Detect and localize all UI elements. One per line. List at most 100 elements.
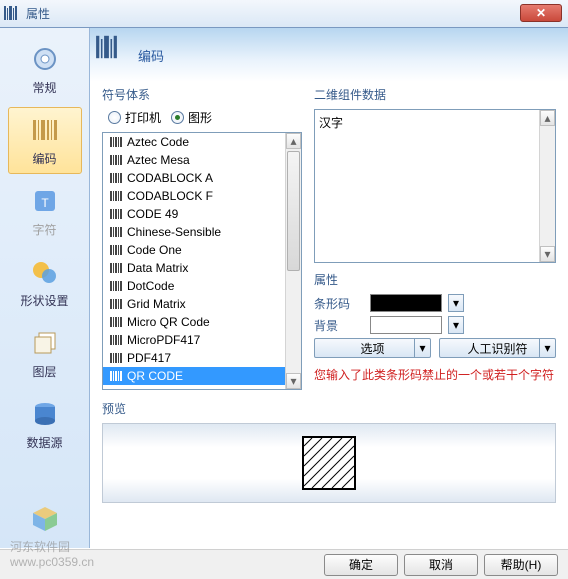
sidebar-item-label: 常规 bbox=[32, 79, 56, 96]
barcode-item-icon bbox=[109, 225, 123, 239]
barcode-item-icon bbox=[109, 279, 123, 293]
ok-button[interactable]: 确定 bbox=[324, 554, 398, 576]
symbol-group-label: 符号体系 bbox=[102, 86, 302, 103]
human-readable-label: 人工识别符 bbox=[467, 340, 527, 357]
scroll-thumb[interactable] bbox=[287, 151, 300, 271]
list-item[interactable]: Data Matrix bbox=[103, 259, 301, 277]
sidebar-item-layer[interactable]: 图层 bbox=[8, 320, 82, 387]
sidebar-item-label: 形状设置 bbox=[20, 292, 68, 309]
svg-text:T: T bbox=[41, 196, 49, 210]
radio-printer[interactable]: 打印机 bbox=[108, 109, 161, 126]
scroll-down-icon[interactable]: ▾ bbox=[286, 373, 301, 389]
barcode-item-icon bbox=[109, 171, 123, 185]
list-item-label: Data Matrix bbox=[127, 261, 188, 275]
list-item[interactable]: Aztec Mesa bbox=[103, 151, 301, 169]
scroll-down-icon[interactable]: ▾ bbox=[540, 246, 555, 262]
sidebar-item-general[interactable]: 常规 bbox=[8, 36, 82, 103]
list-item[interactable]: MicroPDF417 bbox=[103, 331, 301, 349]
list-item[interactable]: TLC 39 bbox=[103, 385, 301, 389]
shape-icon bbox=[29, 256, 61, 288]
text-icon: T bbox=[29, 185, 61, 217]
barcode-item-icon bbox=[109, 189, 123, 203]
barcode-color-label: 条形码 bbox=[314, 295, 364, 312]
list-item-label: MicroPDF417 bbox=[127, 333, 200, 347]
background-color-label: 背景 bbox=[314, 317, 364, 334]
radio-graphic[interactable]: 图形 bbox=[171, 109, 212, 126]
symbol-mode-radio-group: 打印机 图形 bbox=[108, 109, 302, 126]
error-message: 您输入了此类条形码禁止的一个或若干个字符 bbox=[314, 366, 556, 383]
barcode-item-icon bbox=[109, 297, 123, 311]
barcode-item-icon bbox=[109, 153, 123, 167]
sidebar-item-datasource[interactable]: 数据源 bbox=[8, 391, 82, 458]
data-text: 汉字 bbox=[319, 116, 343, 130]
scroll-up-icon[interactable]: ▴ bbox=[286, 133, 301, 149]
list-item[interactable]: Chinese-Sensible bbox=[103, 223, 301, 241]
list-item[interactable]: Code One bbox=[103, 241, 301, 259]
barcode-color-swatch[interactable] bbox=[370, 294, 442, 312]
chevron-down-icon: ▾ bbox=[414, 339, 430, 357]
symbol-listbox[interactable]: Aztec Code Aztec Mesa CODABLOCK A CODABLOCK… bbox=[102, 132, 302, 390]
data-textarea[interactable]: 汉字 ▴ ▾ bbox=[314, 109, 556, 263]
page-header: 编码 bbox=[90, 28, 568, 82]
options-button[interactable]: 选项 ▾ bbox=[314, 338, 431, 358]
properties-title: 属性 bbox=[314, 271, 556, 288]
close-button[interactable]: ✕ bbox=[520, 4, 562, 22]
sidebar-item-encoding[interactable]: 编码 bbox=[8, 107, 82, 174]
dialog-footer: 确定 取消 帮助(H) bbox=[0, 549, 568, 579]
list-item[interactable]: DotCode bbox=[103, 277, 301, 295]
list-item-label: PDF417 bbox=[127, 351, 171, 365]
scrollbar[interactable]: ▴ ▾ bbox=[285, 133, 301, 389]
sidebar: 常规 编码 T 字符 形状设置 图层 bbox=[0, 28, 90, 548]
list-item-label: QR CODE bbox=[127, 369, 183, 383]
list-item-label: Code One bbox=[127, 243, 182, 257]
barcode-item-icon bbox=[109, 369, 123, 383]
list-item[interactable]: Micro QR Code bbox=[103, 313, 301, 331]
database-icon bbox=[29, 398, 61, 430]
preview-placeholder-icon bbox=[302, 436, 356, 490]
list-item-label: Aztec Mesa bbox=[127, 153, 190, 167]
barcode-item-icon bbox=[109, 387, 123, 389]
layer-icon bbox=[29, 327, 61, 359]
barcode-icon bbox=[29, 114, 61, 146]
window-title: 属性 bbox=[26, 5, 50, 22]
list-item[interactable]: Aztec Code bbox=[103, 133, 301, 151]
list-item-label: Grid Matrix bbox=[127, 297, 186, 311]
human-readable-button[interactable]: 人工识别符 ▾ bbox=[439, 338, 556, 358]
barcode-color-dropdown[interactable]: ▾ bbox=[448, 294, 464, 312]
list-item-label: CODABLOCK A bbox=[127, 171, 213, 185]
list-item[interactable]: CODABLOCK A bbox=[103, 169, 301, 187]
title-bar: 属性 ✕ bbox=[0, 0, 568, 28]
list-item[interactable]: Grid Matrix bbox=[103, 295, 301, 313]
list-item[interactable]: CODE 49 bbox=[103, 205, 301, 223]
barcode-item-icon bbox=[109, 243, 123, 257]
scroll-up-icon[interactable]: ▴ bbox=[540, 110, 555, 126]
sidebar-item-shape[interactable]: 形状设置 bbox=[8, 249, 82, 316]
scrollbar[interactable]: ▴ ▾ bbox=[539, 110, 555, 262]
page-title: 编码 bbox=[138, 46, 164, 65]
list-item-label: Chinese-Sensible bbox=[127, 225, 221, 239]
sidebar-item-text[interactable]: T 字符 bbox=[8, 178, 82, 245]
list-item[interactable]: CODABLOCK F bbox=[103, 187, 301, 205]
list-item[interactable]: QR CODE bbox=[103, 367, 301, 385]
barcode-item-icon bbox=[109, 261, 123, 275]
help-button[interactable]: 帮助(H) bbox=[484, 554, 558, 576]
background-color-dropdown[interactable]: ▾ bbox=[448, 316, 464, 334]
list-item-label: CODABLOCK F bbox=[127, 189, 213, 203]
list-item-label: DotCode bbox=[127, 279, 174, 293]
sidebar-item-label: 数据源 bbox=[26, 434, 62, 451]
barcode-item-icon bbox=[109, 135, 123, 149]
cancel-button[interactable]: 取消 bbox=[404, 554, 478, 576]
preview-box bbox=[102, 423, 556, 503]
sidebar-item-label: 编码 bbox=[32, 150, 56, 167]
list-item-label: Aztec Code bbox=[127, 135, 189, 149]
main-panel: 编码 符号体系 打印机 图形 Aztec Code Aztec Mesa CODAB… bbox=[90, 28, 568, 548]
background-color-swatch[interactable] bbox=[370, 316, 442, 334]
barcode-icon bbox=[100, 40, 130, 70]
sidebar-item-more[interactable] bbox=[8, 496, 82, 546]
barcode-item-icon bbox=[109, 333, 123, 347]
radio-printer-label: 打印机 bbox=[125, 109, 161, 126]
barcode-item-icon bbox=[109, 207, 123, 221]
list-item-label: Micro QR Code bbox=[127, 315, 210, 329]
preview-label: 预览 bbox=[102, 400, 556, 417]
list-item[interactable]: PDF417 bbox=[103, 349, 301, 367]
